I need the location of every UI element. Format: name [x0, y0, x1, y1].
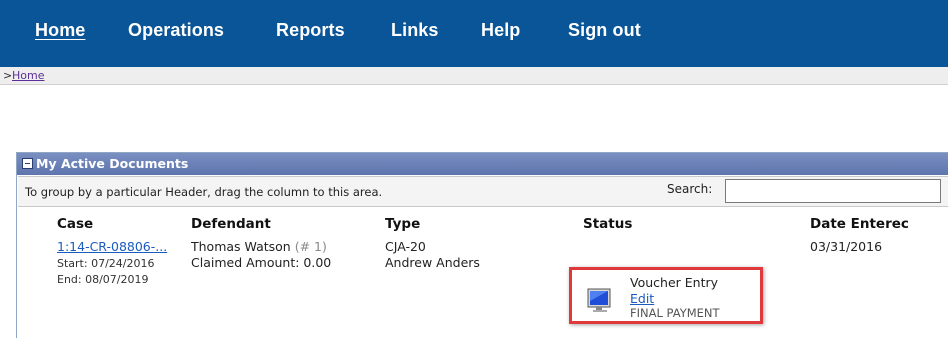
panel-title: My Active Documents [36, 156, 189, 171]
breadcrumb-home-link[interactable]: Home [12, 67, 44, 84]
nav-reports[interactable]: Reports [276, 20, 345, 41]
column-header-case[interactable]: Case [57, 216, 93, 232]
nav-help[interactable]: Help [481, 20, 520, 41]
nav-sign-out[interactable]: Sign out [568, 20, 641, 41]
breadcrumb-separator: > [3, 69, 13, 82]
breadcrumb: > Home [0, 67, 948, 85]
group-hint: To group by a particular Header, drag th… [25, 185, 383, 199]
case-number-link[interactable]: 1:14-CR-08806-... [57, 239, 167, 254]
collapse-minus-icon[interactable] [22, 158, 33, 169]
column-header-type[interactable]: Type [385, 216, 420, 232]
defendant-name: Thomas Watson (# 1) [191, 239, 327, 254]
nav-links[interactable]: Links [391, 20, 439, 41]
top-navigation-bar: Home Operations Reports Links Help Sign … [0, 0, 948, 67]
group-by-area[interactable]: To group by a particular Header, drag th… [18, 176, 948, 207]
search-input[interactable] [725, 179, 941, 203]
search-label: Search: [667, 182, 713, 196]
status-highlight-box: Voucher Entry Edit FINAL PAYMENT [569, 267, 763, 324]
attorney-name: Andrew Anders [385, 255, 480, 270]
case-start-date: Start: 07/24/2016 [57, 257, 155, 270]
status-subtext: FINAL PAYMENT [630, 306, 720, 320]
status-edit-link[interactable]: Edit [630, 291, 654, 306]
claimed-amount: Claimed Amount: 0.00 [191, 255, 332, 270]
computer-monitor-icon [587, 288, 611, 312]
date-entered: 03/31/2016 [810, 239, 883, 254]
column-header-status[interactable]: Status [583, 216, 632, 232]
defendant-name-text: Thomas Watson [191, 239, 291, 254]
defendant-number: (# 1) [294, 239, 327, 254]
panel-header: My Active Documents [17, 153, 948, 175]
nav-home[interactable]: Home [35, 20, 85, 41]
status-text: Voucher Entry [630, 275, 719, 290]
nav-operations[interactable]: Operations [128, 20, 224, 41]
column-header-date-entered[interactable]: Date Enterec [810, 216, 909, 232]
active-documents-panel: My Active Documents To group by a partic… [16, 152, 948, 338]
case-end-date: End: 08/07/2019 [57, 273, 149, 286]
document-type: CJA-20 [385, 239, 426, 254]
column-header-defendant[interactable]: Defendant [191, 216, 271, 232]
